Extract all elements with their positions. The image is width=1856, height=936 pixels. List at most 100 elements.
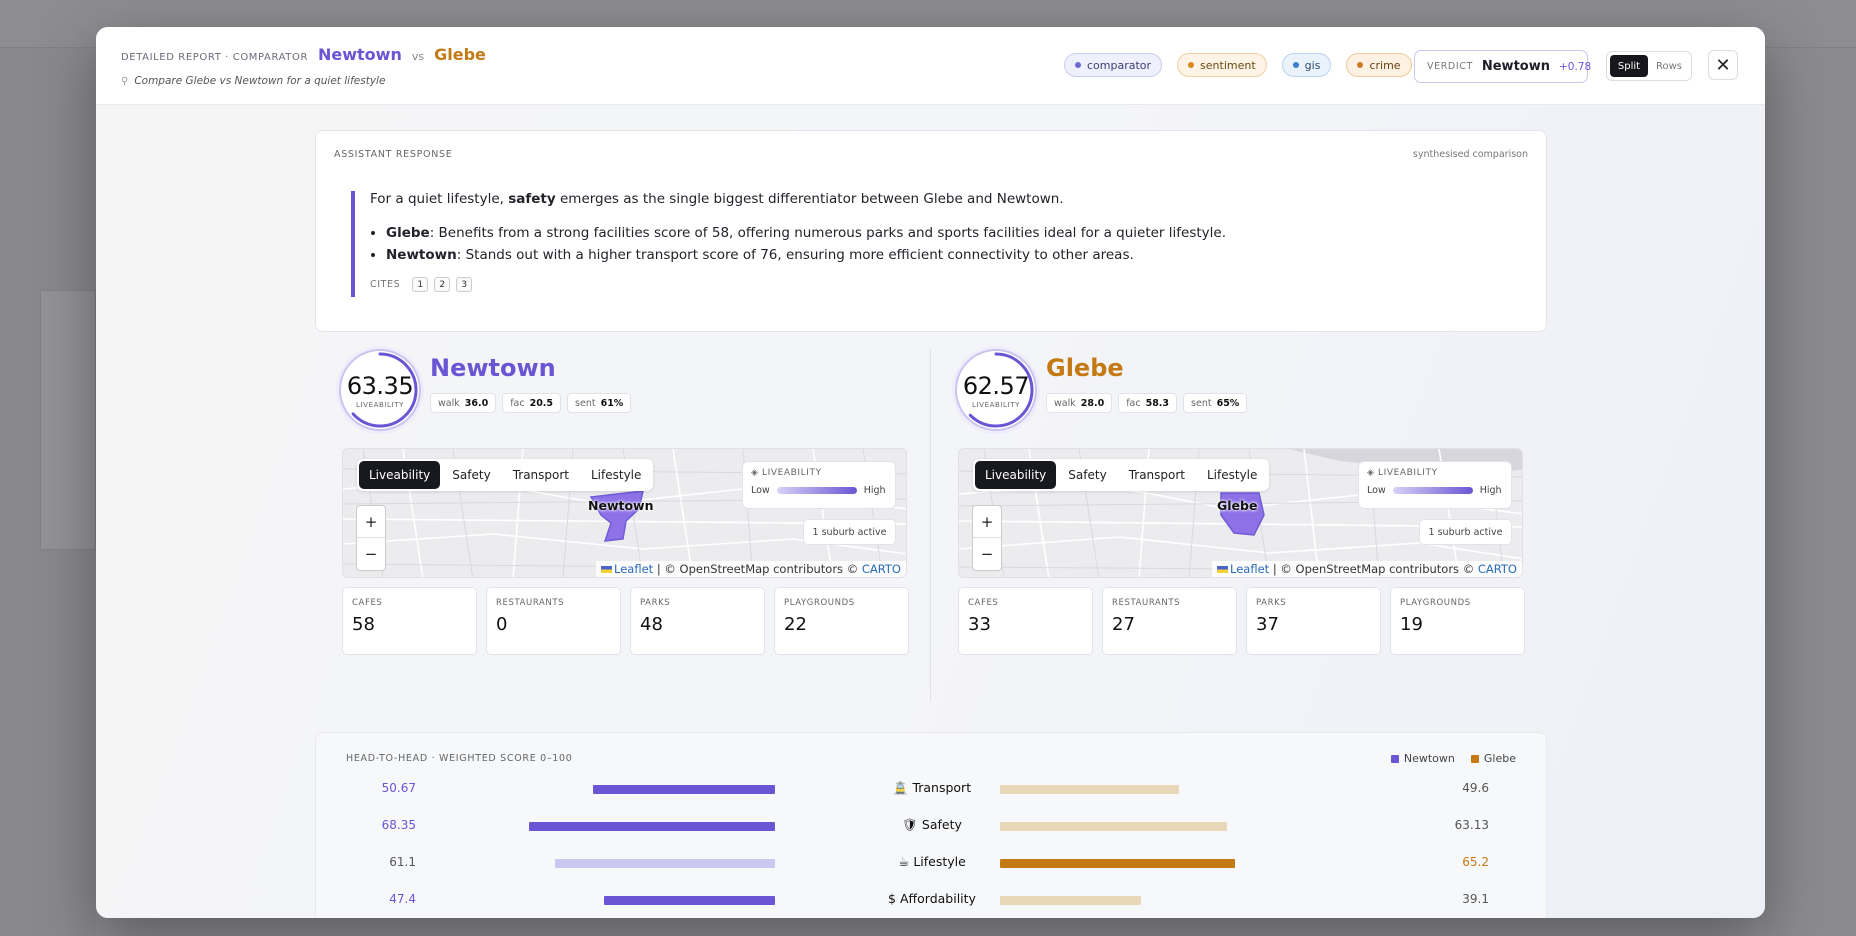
stat-sent: sent 61% [567,393,632,413]
leaflet-link[interactable]: Leaflet [614,562,653,576]
glebe-value: 65.2 [1462,855,1489,869]
head-to-head-title: HEAD-TO-HEAD · WEIGHTED SCORE 0–100 [346,753,573,764]
tab-lifestyle[interactable]: Lifestyle [1197,461,1267,489]
tab-lifestyle[interactable]: Lifestyle [581,461,651,489]
map-legend: ◈ LIVEABILITY Low High [1358,461,1512,509]
square-icon [1390,754,1399,763]
suburb-map[interactable]: Glebe Liveability Safety Transport Lifes… [958,448,1523,578]
response-quote: For a quiet lifestyle, safety emerges as… [351,191,1501,297]
verdict-label: VERDICT [1427,61,1473,72]
zoom-out-button[interactable]: − [357,538,385,570]
card-restaurants: RESTAURANTS 0 [486,587,621,655]
card-label: PARKS [640,598,671,608]
newtown-bar [528,822,775,831]
card-label: PARKS [1256,598,1287,608]
view-rows-button[interactable]: Rows [1650,55,1688,77]
metric-label: ☕ Lifestyle [866,854,998,869]
dot-icon [1357,62,1364,68]
legend-gradient [776,487,857,494]
glebe-value: 49.6 [1462,781,1489,795]
tram-icon: 🚊 [892,780,913,795]
legend-high: High [1479,485,1502,496]
legend-label: Glebe [1483,752,1516,765]
shield-icon: 🛡 [902,817,922,832]
citations: CITES 1 2 3 [370,277,1501,292]
liveability-ring: 63.35 LIVEABILITY [339,349,421,431]
zoom-control: + − [972,505,1002,571]
stat-value: 20.5 [529,397,554,409]
view-split-button[interactable]: Split [1610,55,1648,77]
tab-transport[interactable]: Transport [1119,461,1195,489]
bullet-newtown: Newtown: Stands out with a higher transp… [386,244,1501,266]
suburb-map[interactable]: Newtown Liveability Safety Transport Lif… [342,448,907,578]
metric-name: Affordability [899,891,976,906]
newtown-bar [604,896,775,905]
map-layer-tabs: Liveability Safety Transport Lifestyle [973,459,1270,491]
stat-value: 61% [600,397,624,409]
map-attribution: Leaflet | © OpenStreetMap contributors ©… [596,561,906,577]
legend-title: ◈ LIVEABILITY [751,468,887,478]
stat-walk: walk 28.0 [1046,393,1113,413]
legend-newtown: Newtown [1390,752,1455,765]
glebe-bar [1000,896,1141,905]
stat-fac: fac 58.3 [1118,393,1178,413]
chip-comparator[interactable]: comparator [1064,53,1163,77]
intro-pre: For a quiet lifestyle, [370,191,504,207]
pin-icon: ⚲ [121,75,129,87]
card-value: 27 [1112,614,1135,635]
liveability-ring: 62.57 LIVEABILITY [955,349,1037,431]
stat-label: sent [575,397,596,409]
leaflet-link[interactable]: Leaflet [1230,562,1269,576]
dollar-icon: $ [888,891,900,906]
map-legend: ◈ LIVEABILITY Low High [742,461,896,509]
tab-safety[interactable]: Safety [1058,461,1116,489]
modal-body: ASSISTANT RESPONSE synthesised compariso… [96,105,1765,918]
intro-post: emerges as the single biggest differenti… [559,191,1064,207]
chip-label: comparator [1087,58,1152,72]
tab-safety[interactable]: Safety [442,461,500,489]
assistant-response-card: ASSISTANT RESPONSE synthesised compariso… [315,130,1547,332]
bullet-name: Newtown [386,247,457,263]
glebe-value: 39.1 [1462,892,1489,906]
report-type-label: DETAILED REPORT · COMPARATOR [121,52,308,63]
response-intro: For a quiet lifestyle, safety emerges as… [370,191,1501,208]
map-attribution: Leaflet | © OpenStreetMap contributors ©… [1212,561,1522,577]
tab-liveability[interactable]: Liveability [359,461,441,489]
zoom-out-button[interactable]: − [973,538,1001,570]
chip-crime[interactable]: crime [1346,53,1412,77]
tab-liveability[interactable]: Liveability [975,461,1057,489]
carto-link[interactable]: CARTO [1478,562,1517,576]
card-parks: PARKS 48 [630,587,765,655]
metric-label: 🚊 Transport [866,780,998,796]
liveability-label: LIVEABILITY [356,401,404,409]
dot-icon [1292,62,1299,68]
view-toggle: Split Rows [1606,51,1692,81]
suburb-b-title: Glebe [434,45,486,64]
metric-name: Transport [912,780,972,795]
verdict-winner: Newtown [1481,59,1550,74]
intro-bold: safety [508,191,556,207]
verdict-delta: +0.78 [1558,60,1592,73]
glebe-value: 63.13 [1454,818,1489,832]
cite-2[interactable]: 2 [434,277,451,292]
zoom-in-button[interactable]: + [973,506,1001,538]
osm-credit: | © OpenStreetMap contributors © [653,562,862,576]
cite-1[interactable]: 1 [412,277,429,292]
stat-label: sent [1191,397,1212,409]
map-suburb-label: Glebe [1217,498,1258,513]
zoom-in-button[interactable]: + [357,506,385,538]
column-divider [930,349,931,702]
stat-walk: walk 36.0 [430,393,497,413]
chip-sentiment[interactable]: sentiment [1177,53,1267,77]
carto-link[interactable]: CARTO [862,562,901,576]
close-button[interactable]: ✕ [1708,50,1738,80]
newtown-bar [592,785,775,794]
newtown-value: 47.4 [389,892,416,906]
card-value: 37 [1256,614,1279,635]
bullet-text: : Benefits from a strong facilities scor… [429,225,1226,241]
legend-title: ◈ LIVEABILITY [1367,468,1503,478]
chip-gis[interactable]: gis [1281,53,1332,77]
cite-3[interactable]: 3 [456,277,473,292]
tab-transport[interactable]: Transport [503,461,579,489]
glebe-bar [1000,822,1228,831]
